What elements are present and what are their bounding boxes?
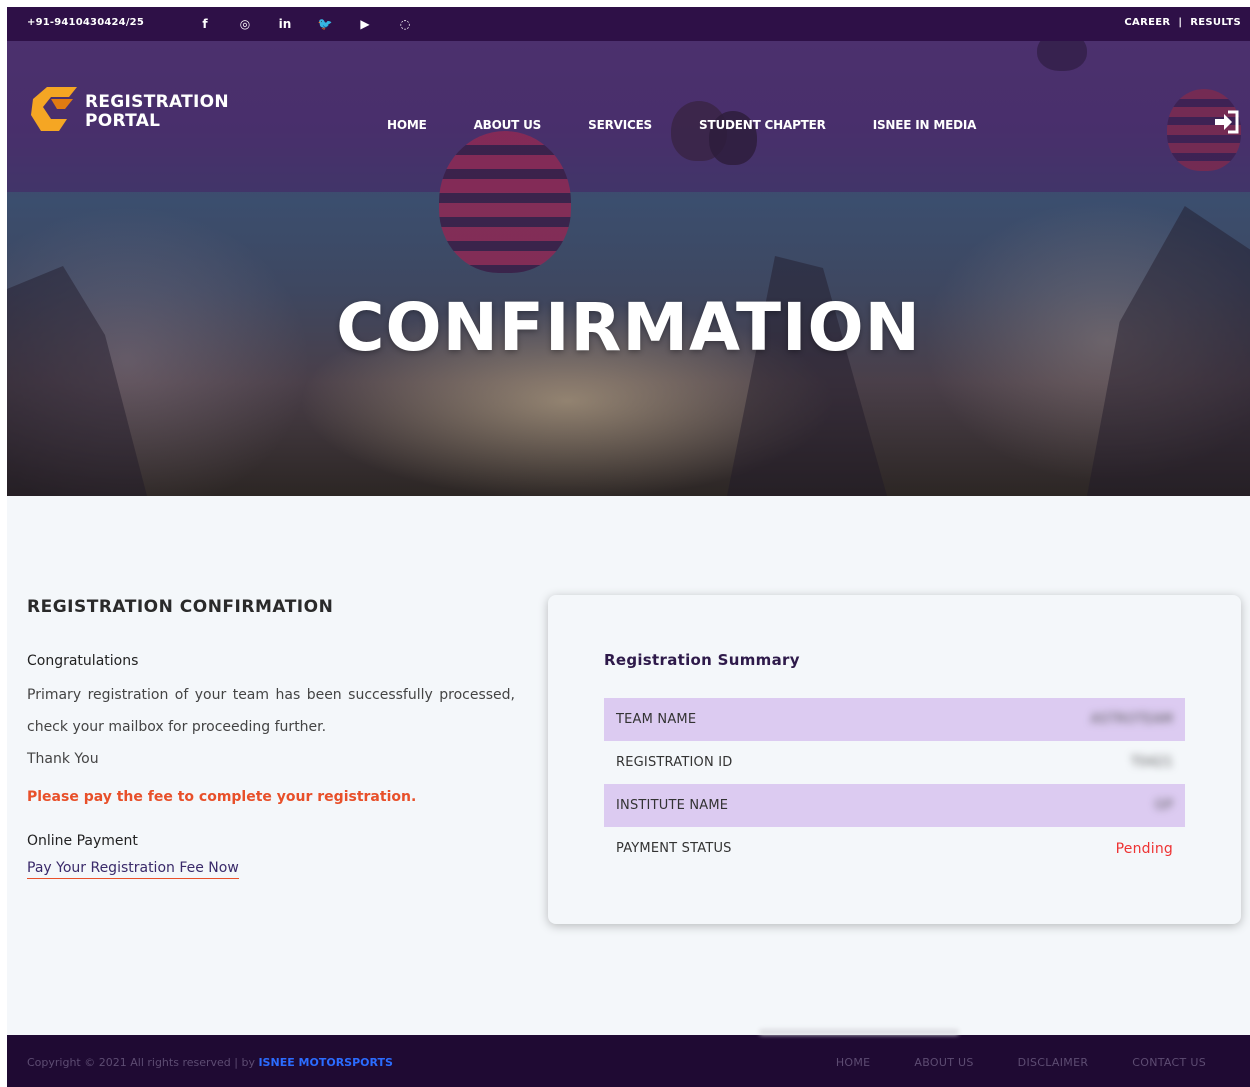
instagram-icon[interactable]: ◎ [235,14,255,34]
summary-row-team-name: TEAM NAME ASTROTEAM [604,698,1185,741]
hero-banner: REGISTRATION PORTAL HOME ABOUT US SERVIC… [7,41,1250,496]
summary-value: T0421 [1130,755,1173,770]
youtube-icon[interactable]: ▶ [355,14,375,34]
hot-air-balloon [439,131,571,273]
career-link[interactable]: CAREER [1124,17,1170,28]
congratulations-text: Congratulations [27,653,139,669]
brand-link[interactable]: ISNEE MOTORSPORTS [258,1056,392,1069]
confirmation-section: REGISTRATION CONFIRMATION Congratulation… [27,597,517,879]
payment-status-badge: Pending [1115,840,1173,857]
footer-scroll-indicator [759,1029,959,1035]
fee-warning: Please pay the fee to complete your regi… [27,789,417,805]
thank-you-text: Thank You [27,751,99,767]
summary-label: INSTITUTE NAME [616,798,729,813]
summary-label: PAYMENT STATUS [616,841,732,856]
footer: Copyright © 2021 All rights reserved | b… [7,1029,1250,1087]
linkedin-icon[interactable]: in [275,14,295,34]
footer-contact-link[interactable]: CONTACT US [1132,1056,1206,1069]
top-links-separator: | [1178,17,1183,28]
social-links: f ◎ in 🐦 ▶ ◌ [195,14,435,34]
summary-label: TEAM NAME [616,712,697,727]
summary-label: REGISTRATION ID [616,755,733,770]
confirmation-heading: REGISTRATION CONFIRMATION [27,597,334,617]
twitter-icon[interactable]: 🐦 [315,14,335,34]
logo-mark-icon [31,87,77,131]
summary-value: GP [1154,798,1173,813]
facebook-icon[interactable]: f [195,14,215,34]
page-title: CONFIRMATION [336,289,921,366]
top-bar: +91-9410430424/25 f ◎ in 🐦 ▶ ◌ CAREER | … [7,7,1250,41]
sign-in-icon[interactable] [1212,107,1242,137]
nav-isnee-in-media[interactable]: ISNEE IN MEDIA [873,118,977,132]
site-logo[interactable]: REGISTRATION PORTAL [29,81,229,141]
pay-fee-link[interactable]: Pay Your Registration Fee Now [27,860,239,879]
nav-home[interactable]: HOME [387,118,427,132]
main-nav: HOME ABOUT US SERVICES STUDENT CHAPTER I… [387,118,1023,132]
nav-services[interactable]: SERVICES [588,118,652,132]
copyright-label: Copyright © 2021 All rights reserved | b… [27,1056,255,1069]
top-links: CAREER | RESULTS [1124,17,1241,28]
whatsapp-icon[interactable]: ◌ [395,14,415,34]
results-link[interactable]: RESULTS [1190,17,1241,28]
nav-about-us[interactable]: ABOUT US [474,118,542,132]
footer-home-link[interactable]: HOME [836,1056,871,1069]
footer-about-link[interactable]: ABOUT US [914,1056,973,1069]
summary-row-payment-status: PAYMENT STATUS Pending [604,827,1185,870]
summary-value: ASTROTEAM [1090,712,1173,727]
registration-summary-card: Registration Summary TEAM NAME ASTROTEAM… [548,595,1241,924]
nav-student-chapter[interactable]: STUDENT CHAPTER [699,118,826,132]
confirmation-message: Primary registration of your team has be… [27,687,515,735]
summary-title: Registration Summary [604,651,800,669]
summary-table: TEAM NAME ASTROTEAM REGISTRATION ID T042… [604,698,1185,870]
footer-links: HOME ABOUT US DISCLAIMER CONTACT US [836,1056,1206,1069]
copyright-text: Copyright © 2021 All rights reserved | b… [27,1056,393,1069]
footer-disclaimer-link[interactable]: DISCLAIMER [1018,1056,1089,1069]
logo-line-2: PORTAL [85,111,161,131]
summary-row-institute-name: INSTITUTE NAME GP [604,784,1185,827]
phone-number: +91-9410430424/25 [27,17,144,28]
page: +91-9410430424/25 f ◎ in 🐦 ▶ ◌ CAREER | … [7,7,1250,1087]
logo-line-1: REGISTRATION [85,92,229,112]
online-payment-label: Online Payment [27,833,138,849]
summary-row-registration-id: REGISTRATION ID T0421 [604,741,1185,784]
